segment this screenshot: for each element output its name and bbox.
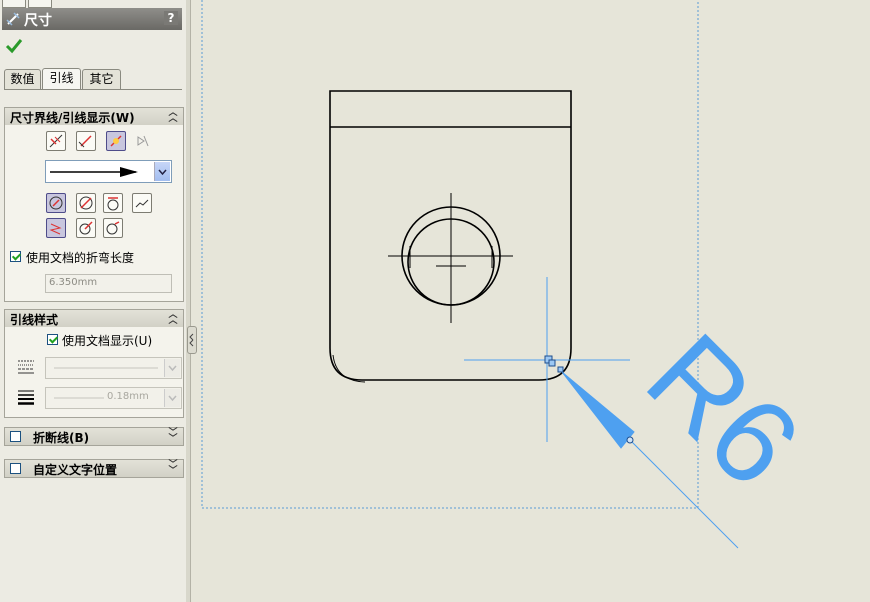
arrows-outside-button[interactable] — [46, 131, 66, 151]
leader-style-title: 引线样式 — [10, 313, 59, 327]
panel-title-bar: 尺寸 ? — [2, 8, 182, 30]
thickness-value: 0.18mm — [107, 391, 149, 402]
hole — [388, 193, 513, 323]
property-manager-tab[interactable] — [28, 0, 52, 8]
use-doc-bend-checkbox[interactable] — [10, 251, 21, 262]
collapse-chevron-icon[interactable]: ︿ ︿ — [167, 311, 179, 326]
help-button[interactable]: ? — [164, 11, 178, 25]
leader-jog-button[interactable] — [132, 193, 152, 213]
chevron-down-icon[interactable] — [154, 162, 170, 181]
ok-checkmark-icon[interactable] — [4, 36, 24, 56]
leader-linear-button[interactable] — [103, 193, 123, 213]
tab-leaders[interactable]: 引线 — [42, 68, 81, 90]
dimension-text[interactable]: R6 — [622, 309, 825, 512]
leader-style-header[interactable]: 引线样式 ︿ ︿ — [5, 310, 183, 327]
drawing-canvas[interactable]: R6 — [191, 0, 870, 602]
arrow-style-select[interactable] — [45, 160, 172, 183]
dimension-icon — [6, 12, 20, 26]
break-lines-checkbox[interactable] — [10, 431, 21, 442]
line-style-select — [45, 357, 182, 379]
witness-leader-header[interactable]: 尺寸界线/引线显示(W) ︿ ︿ — [5, 108, 183, 125]
solid-arrow-icon — [50, 167, 138, 177]
line-thickness-icon — [18, 390, 34, 405]
custom-text-pos-label: 自定义文字位置 — [33, 463, 118, 477]
tab-value[interactable]: 数值 — [4, 69, 41, 89]
custom-text-pos-checkbox[interactable] — [10, 463, 21, 474]
panel-title: 尺寸 — [24, 13, 52, 29]
leader-style-group: 引线样式 ︿ ︿ 使用文档显示(U) 0.18mm — [4, 309, 184, 418]
feature-manager-tab[interactable] — [2, 0, 26, 8]
break-lines-label: 折断线(B) — [33, 431, 90, 445]
collapse-chevron-icon[interactable]: ︿ ︿ — [167, 109, 179, 124]
bend-length-field[interactable]: 6.350mm — [45, 274, 172, 293]
use-doc-display-checkbox[interactable] — [47, 334, 58, 345]
expand-chevron-icon[interactable]: ﹀ ﹀ — [167, 429, 179, 444]
use-doc-bend-label: 使用文档的折弯长度 — [26, 251, 135, 265]
use-doc-display-label: 使用文档显示(U) — [62, 334, 153, 348]
open-leader-button[interactable] — [76, 218, 96, 238]
leader-diameter-button[interactable] — [76, 193, 96, 213]
foreshortened-button[interactable] — [46, 218, 66, 238]
property-manager: 尺寸 ? 数值 引线 其它 尺寸界线/引线显示(W) ︿ ︿ 使用文档的折弯长度… — [0, 0, 187, 602]
smart-arrows-button[interactable] — [106, 131, 126, 151]
witness-leader-title: 尺寸界线/引线显示(W) — [10, 111, 135, 125]
arrows-inside-button[interactable] — [76, 131, 96, 151]
line-style-icon — [18, 360, 34, 374]
leader-radial-button[interactable] — [46, 193, 66, 213]
expand-chevron-icon[interactable]: ﹀ ﹀ — [167, 461, 179, 476]
tab-other[interactable]: 其它 — [82, 69, 121, 89]
panel-tabs: 数值 引线 其它 — [4, 68, 186, 91]
custom-text-pos-header[interactable]: 自定义文字位置 ﹀ ﹀ — [4, 459, 184, 478]
witness-leader-group: 尺寸界线/引线显示(W) ︿ ︿ 使用文档的折弯长度 6.350mm — [4, 107, 184, 302]
closed-leader-button[interactable] — [103, 218, 123, 238]
line-thickness-select: 0.18mm — [45, 387, 182, 409]
break-lines-header[interactable]: 折断线(B) ﹀ ﹀ — [4, 427, 184, 446]
disabled-leader-button — [132, 131, 152, 151]
